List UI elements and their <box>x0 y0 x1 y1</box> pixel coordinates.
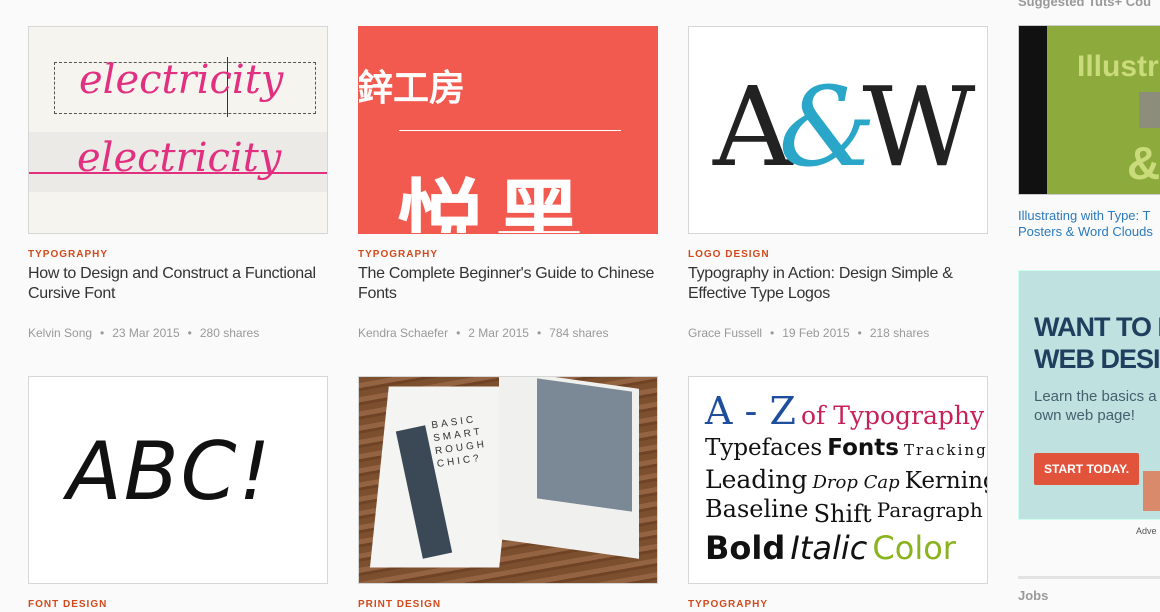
article-date: 19 Feb 2015 <box>782 326 850 340</box>
thumb-text: electricity <box>79 57 284 103</box>
article-author[interactable]: Kendra Schaefer <box>358 326 448 340</box>
article-thumbnail[interactable]: A&W <box>688 26 988 234</box>
article-card[interactable]: BASIC SMART ROUGH CHIC? PRINT DESIGN <box>358 376 658 610</box>
suggested-course-link[interactable]: Illustrating with Type: T Posters & Word… <box>1018 208 1153 240</box>
meta-separator: • <box>187 326 192 340</box>
word-baseline: Baseline <box>705 495 809 523</box>
article-card[interactable]: A&W LOGO DESIGN Typography in Action: De… <box>688 26 988 340</box>
meta-separator: • <box>857 326 862 340</box>
article-category[interactable]: LOGO DESIGN <box>688 249 988 260</box>
article-meta: Grace Fussell • 19 Feb 2015 • 218 shares <box>688 326 988 340</box>
article-card[interactable]: ABC! FONT DESIGN <box>28 376 328 610</box>
ad-headline-line2: WEB DESIG <box>1034 344 1160 374</box>
ad-start-button[interactable]: START TODAY. <box>1034 453 1140 485</box>
article-thumbnail[interactable]: ABC! <box>28 376 328 584</box>
word-fonts: Fonts <box>827 435 899 461</box>
article-shares: 218 shares <box>869 326 930 340</box>
article-category[interactable]: TYPOGRAPHY <box>688 599 988 610</box>
word-typefaces: Typefaces <box>705 435 823 461</box>
suggested-course-thumbnail[interactable]: Illustr & <box>1018 25 1160 195</box>
article-title[interactable]: The Complete Beginner's Guide to Chinese… <box>358 264 658 304</box>
meta-separator: • <box>536 326 542 340</box>
article-thumbnail[interactable]: electricity electricity <box>28 26 328 234</box>
article-title[interactable]: How to Design and Construct a Functional… <box>28 264 328 304</box>
article-shares: 784 shares <box>549 326 609 340</box>
thumb-dark-strip <box>1019 26 1047 194</box>
az-subtitle: of Typography <box>800 401 985 430</box>
thumb-bold-line: Bold Italic Color <box>705 529 956 567</box>
ad-body: Learn the basics a own web page! <box>1034 387 1157 425</box>
thumb-logo-w: W <box>862 63 976 191</box>
article-card[interactable]: electricity electricity TYPOGRAPHY How t… <box>28 26 328 340</box>
thumb-baseline-line: Baseline Shift Paragraph <box>705 495 983 528</box>
thumb-leading-line: Leading Drop Cap Kerning <box>705 465 987 494</box>
video-play-overlay[interactable] <box>1139 92 1160 128</box>
ad-headline: WANT TO BE WEB DESIG <box>1034 311 1160 375</box>
article-meta: Kelvin Song • 23 Mar 2015 • 280 shares <box>28 326 328 340</box>
word-leading: Leading <box>705 465 808 494</box>
word-paragraph: Paragraph <box>876 498 983 522</box>
thumb-az-line: A - Z of Typography <box>705 389 984 433</box>
ad-label: Adve <box>1136 526 1157 536</box>
suggested-thumb-text: Illustr <box>1077 50 1159 83</box>
word-bold: Bold <box>705 529 786 567</box>
thumb-rule <box>399 130 621 131</box>
article-author[interactable]: Kelvin Song <box>28 326 92 340</box>
article-category[interactable]: TYPOGRAPHY <box>358 249 658 260</box>
thumb-text-top: 鋅工房 <box>358 67 466 108</box>
article-thumbnail[interactable]: 鋅工房 悦黑 <box>358 26 658 234</box>
article-author[interactable]: Grace Fussell <box>688 326 762 340</box>
jobs-heading: Jobs <box>1018 588 1049 603</box>
article-card[interactable]: 鋅工房 悦黑 TYPOGRAPHY The Complete Beginner'… <box>358 26 658 340</box>
thumb-logo: A&W <box>713 67 975 187</box>
ad-body-line2: own web page! <box>1034 407 1135 424</box>
meta-separator: • <box>100 326 105 340</box>
suggested-link-line1[interactable]: Illustrating with Type: T <box>1018 208 1153 224</box>
article-category[interactable]: PRINT DESIGN <box>358 599 658 610</box>
word-tracking: Tracking <box>904 441 988 459</box>
suggested-link-line2[interactable]: Posters & Word Clouds <box>1018 224 1153 240</box>
article-shares: 280 shares <box>199 326 260 340</box>
thumb-text-main: 悦黑 <box>397 172 594 234</box>
advertisement[interactable]: WANT TO BE WEB DESIG Learn the basics a … <box>1018 270 1160 520</box>
thumb-typefaces-line: Typefaces Fonts Tracking <box>705 435 988 461</box>
thumb-text: ABC! <box>67 425 273 518</box>
word-kerning: Kerning <box>904 468 987 494</box>
article-title[interactable]: Typography in Action: Design Simple & Ef… <box>688 264 988 304</box>
article-card[interactable]: A - Z of Typography Typefaces Fonts Trac… <box>688 376 988 610</box>
word-color: Color <box>872 529 956 567</box>
article-thumbnail[interactable]: BASIC SMART ROUGH CHIC? <box>358 376 658 584</box>
word-italic: Italic <box>790 529 868 567</box>
suggested-courses-title: Suggested Tuts+ Cou <box>1018 0 1152 9</box>
ad-headline-line1: WANT TO BE <box>1034 312 1160 342</box>
magazine-photo-block <box>537 378 632 512</box>
article-thumbnail[interactable]: A - Z of Typography Typefaces Fonts Trac… <box>688 376 988 584</box>
suggested-thumb-amp: & <box>1127 137 1160 189</box>
magazine-headline: BASIC SMART ROUGH CHIC? <box>430 414 488 470</box>
meta-separator: • <box>770 326 775 340</box>
article-date: 23 Mar 2015 <box>112 326 180 340</box>
ad-illustration <box>1143 471 1160 511</box>
ad-body-line1: Learn the basics a <box>1034 388 1157 405</box>
article-category[interactable]: FONT DESIGN <box>28 599 328 610</box>
az-title: A - Z <box>705 389 796 433</box>
article-meta: Kendra Schaefer • 2 Mar 2015 • 784 shares <box>358 326 658 340</box>
article-category[interactable]: TYPOGRAPHY <box>28 249 328 260</box>
article-date: 2 Mar 2015 <box>468 326 529 340</box>
thumb-text-2: electricity <box>77 135 282 181</box>
word-dropcap: Drop Cap <box>812 472 900 493</box>
meta-separator: • <box>456 326 461 340</box>
word-shift: Shift <box>813 500 872 528</box>
sidebar-divider <box>1018 576 1160 579</box>
